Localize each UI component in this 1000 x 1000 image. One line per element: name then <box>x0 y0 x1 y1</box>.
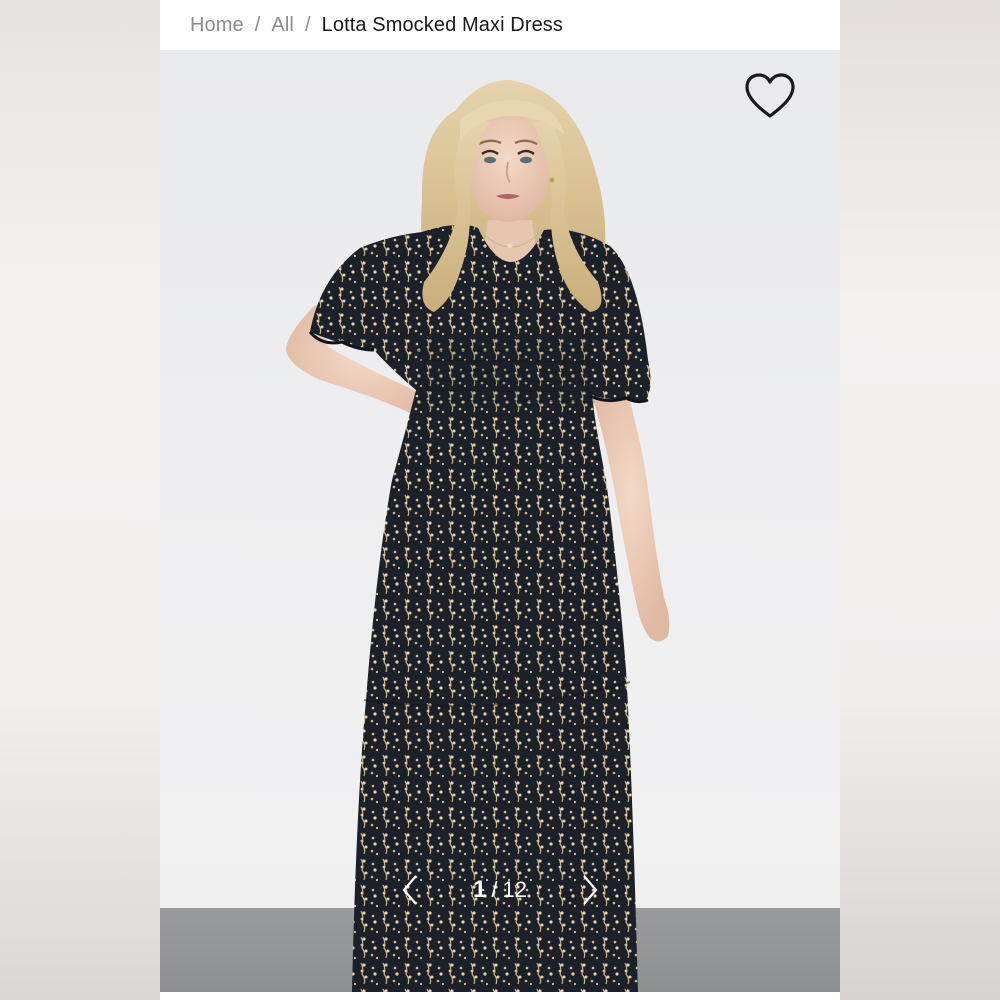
breadcrumb-home-link[interactable]: Home <box>190 14 244 37</box>
left-margin-backdrop <box>0 0 160 1000</box>
right-margin-backdrop <box>840 0 1000 1000</box>
breadcrumb-separator: / <box>254 13 261 36</box>
breadcrumb-separator: / <box>304 13 311 36</box>
breadcrumb: Home / All / Lotta Smocked Maxi Dress <box>190 0 563 50</box>
page-bottom-edge <box>160 992 840 1000</box>
heart-outline-icon <box>745 73 795 118</box>
chevron-right-icon <box>583 875 598 905</box>
next-image-button[interactable] <box>575 870 605 910</box>
wishlist-heart-button[interactable] <box>742 70 798 122</box>
counter-separator: / <box>491 877 498 902</box>
product-image-gallery[interactable]: 1 / 12 <box>160 50 840 992</box>
chevron-left-icon <box>402 875 417 905</box>
breadcrumb-current-product: Lotta Smocked Maxi Dress <box>321 13 563 36</box>
product-page: Home / All / Lotta Smocked Maxi Dress 1 … <box>160 0 840 1000</box>
product-photo <box>286 80 670 992</box>
breadcrumb-all-link[interactable]: All <box>271 14 294 37</box>
image-pager: 1 / 12 <box>160 870 840 910</box>
previous-image-button[interactable] <box>395 870 425 910</box>
current-image-index: 1 <box>473 876 487 903</box>
total-images: 12 <box>502 877 527 902</box>
image-counter: 1 / 12 <box>473 876 527 904</box>
